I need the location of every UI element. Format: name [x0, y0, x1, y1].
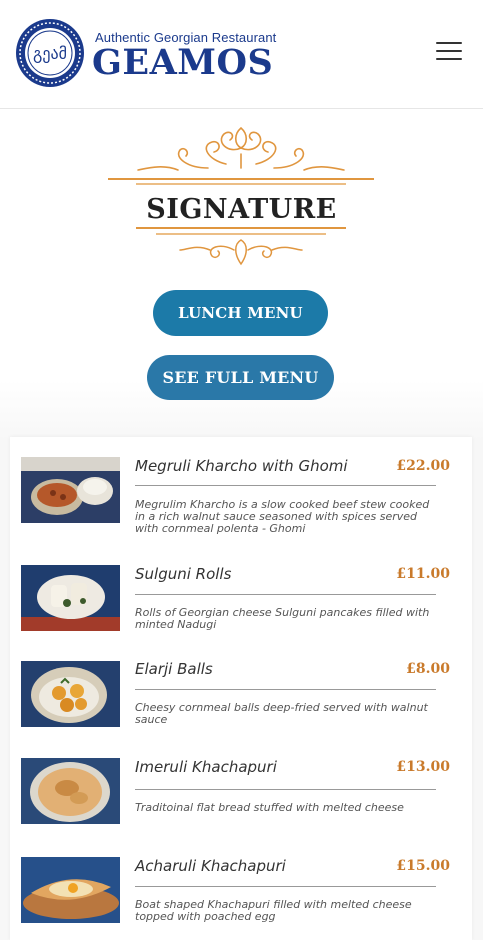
ornament-bottom-icon — [136, 227, 346, 266]
divider — [135, 689, 436, 690]
hamburger-line — [436, 42, 462, 44]
item-price: £22.00 — [396, 458, 450, 474]
item-price: £13.00 — [396, 759, 450, 775]
item-description: Traditoinal flat bread stuffed with melt… — [135, 801, 404, 814]
seal-text: გეამ — [33, 44, 67, 63]
item-description: Rolls of Georgian cheese Sulguni pancake… — [135, 606, 430, 631]
divider — [135, 789, 436, 790]
item-name: Megruli Kharcho with Ghomi — [135, 457, 348, 475]
divider — [135, 886, 436, 887]
item-name: Imeruli Khachapuri — [135, 758, 277, 776]
restaurant-seal-logo[interactable]: გეამ — [15, 18, 85, 88]
lunch-menu-button[interactable]: LUNCH MENU — [153, 290, 328, 336]
see-full-menu-button[interactable]: SEE FULL MENU — [147, 355, 334, 400]
acharuli-khachapuri-photo[interactable] — [21, 857, 120, 923]
kharcho-dish-photo[interactable] — [21, 457, 120, 523]
item-price: £11.00 — [396, 566, 450, 582]
divider — [135, 594, 436, 595]
elarji-balls-photo[interactable] — [21, 661, 120, 727]
item-name: Acharuli Khachapuri — [135, 857, 286, 875]
page-title: SIGNATURE — [146, 194, 337, 225]
sulguni-rolls-photo[interactable] — [21, 565, 120, 631]
hamburger-line — [436, 50, 462, 52]
hamburger-menu-icon[interactable] — [436, 42, 462, 64]
item-description: Cheesy cornmeal balls deep-fried served … — [135, 701, 428, 726]
brand-name[interactable]: GEAMOS — [92, 42, 273, 83]
item-price: £8.00 — [406, 661, 450, 677]
ornament-top-icon — [108, 126, 374, 185]
menu-list: Megruli Kharcho with Ghomi £22.00 Megrul… — [10, 437, 472, 940]
item-name: Sulguni Rolls — [135, 565, 232, 583]
imeruli-khachapuri-photo[interactable] — [21, 758, 120, 824]
item-name: Elarji Balls — [135, 660, 213, 678]
item-description: Boat shaped Khachapuri filled with melte… — [135, 898, 412, 923]
item-description: Megrulim Kharcho is a slow cooked beef s… — [135, 498, 430, 535]
hamburger-line — [436, 58, 462, 60]
site-header: გეამ Authentic Georgian Restaurant GEAMO… — [0, 0, 483, 109]
item-price: £15.00 — [396, 858, 450, 874]
divider — [135, 485, 436, 486]
